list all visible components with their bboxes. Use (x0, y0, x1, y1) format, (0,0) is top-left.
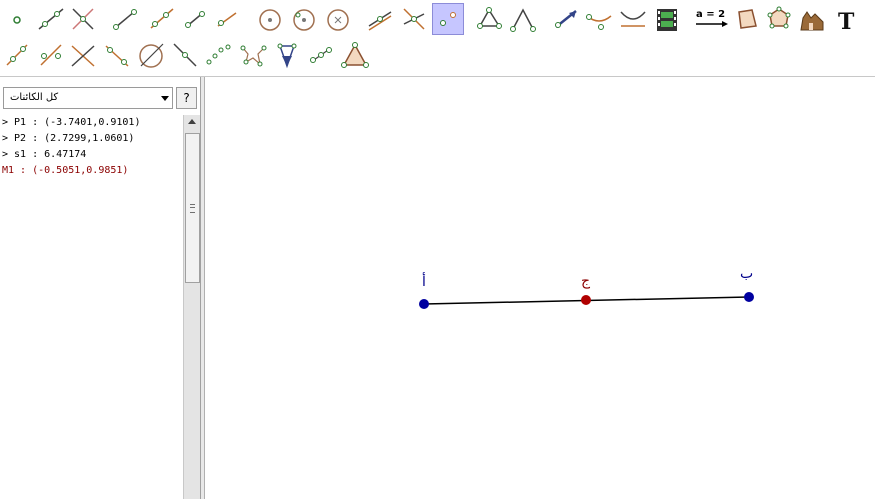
algebra-item-p2[interactable]: > P2 : (2.7299,1.0601) (2, 131, 180, 147)
segment-icon[interactable] (110, 4, 140, 34)
algebra-list: > P1 : (-3.7401,0.9101) > P2 : (2.7299,1… (2, 115, 180, 179)
point-b[interactable] (744, 292, 754, 302)
circumcircle-icon[interactable] (272, 40, 302, 70)
insert-image-icon[interactable] (732, 4, 762, 34)
line-two-points-icon[interactable] (36, 4, 66, 34)
graphics-view[interactable]: أ ب ج (205, 77, 875, 499)
locus-icon[interactable] (584, 4, 614, 34)
circle-radius-icon[interactable] (289, 4, 319, 34)
help-button[interactable]: ? (176, 87, 197, 109)
circle-three-points-icon[interactable] (136, 40, 166, 70)
equation-label: a = 2 (696, 9, 725, 20)
reflect-icon[interactable] (550, 4, 580, 34)
angle-icon[interactable] (508, 4, 538, 34)
object-filter-dropdown[interactable]: كل الكائنات (3, 87, 173, 109)
algebra-item-p1[interactable]: > P1 : (-3.7401,0.9101) (2, 115, 180, 131)
text-icon[interactable]: T (832, 4, 862, 34)
svg-text:T: T (838, 9, 855, 34)
midpoint-m1[interactable] (581, 295, 591, 305)
regular-polygon-icon[interactable] (764, 4, 794, 34)
circle-arc-icon[interactable] (238, 40, 268, 70)
perpendicular-bisector-icon[interactable] (68, 40, 98, 70)
move-icon[interactable] (2, 4, 32, 34)
ray-icon[interactable] (146, 4, 176, 34)
algebra-scrollbar[interactable] (183, 115, 200, 499)
slider-icon[interactable] (652, 4, 682, 34)
point-b-label: ب (740, 266, 753, 282)
sector-icon[interactable] (204, 40, 234, 70)
algebra-view: كل الكائنات ? > P1 : (-3.7401,0.9101) > … (0, 77, 201, 499)
polygon-icon[interactable] (474, 4, 504, 34)
equation-icon[interactable]: a = 2 (694, 4, 730, 34)
rigid-polygon-icon[interactable] (797, 4, 827, 34)
algebra-item-s1[interactable]: > s1 : 6.47174 (2, 147, 180, 163)
scroll-up-icon[interactable] (188, 119, 196, 124)
angle-bisector-icon[interactable] (399, 4, 429, 34)
chevron-down-icon (161, 96, 169, 101)
midpoint-icon[interactable] (36, 40, 66, 70)
segment-fixed-icon[interactable] (170, 40, 200, 70)
algebra-item-m1[interactable]: M1 : (-0.5051,0.9851) (2, 163, 180, 179)
vector-icon[interactable] (180, 4, 210, 34)
tangent-icon[interactable] (102, 40, 132, 70)
point-a[interactable] (419, 299, 429, 309)
object-filter-value: كل الكائنات (10, 92, 59, 103)
point-on-object-icon[interactable] (432, 3, 464, 35)
point-a-label: أ (422, 272, 426, 290)
translate-icon[interactable] (306, 40, 336, 70)
polyline-icon[interactable] (212, 4, 242, 34)
grip-icon (190, 204, 195, 213)
scroll-thumb[interactable] (185, 133, 200, 283)
midpoint-label: ج (581, 273, 591, 289)
parallel-icon[interactable] (2, 40, 32, 70)
perpendicular-icon[interactable] (365, 4, 395, 34)
compass-icon[interactable] (323, 4, 353, 34)
intersect-icon[interactable] (68, 4, 98, 34)
triangle-icon[interactable] (340, 40, 370, 70)
conic-icon[interactable] (618, 4, 648, 34)
graphics-canvas[interactable]: أ ب ج (205, 77, 875, 499)
circle-center-point-icon[interactable] (255, 4, 285, 34)
toolbar: a = 2 T (0, 0, 875, 77)
